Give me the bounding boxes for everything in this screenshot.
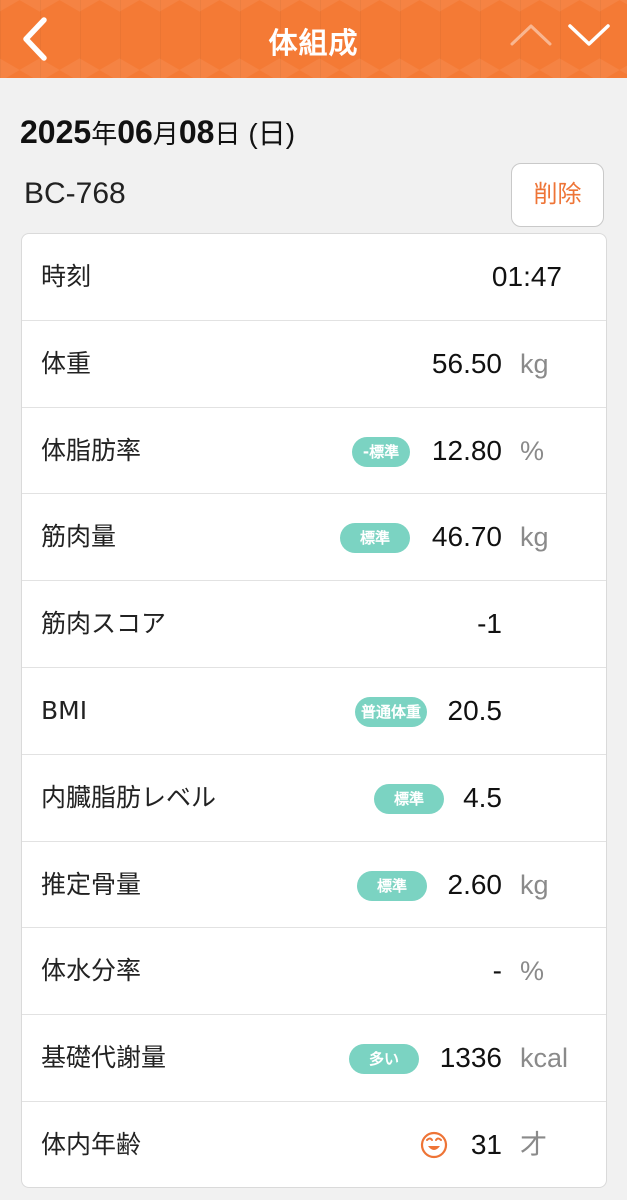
row-label: 筋肉量 <box>41 522 117 552</box>
date-year: 2025 <box>20 114 92 150</box>
row-basal-metabolism: 基礎代謝量 多い 1336 kcal <box>22 1015 606 1102</box>
row-label: 体内年齢 <box>41 1129 142 1159</box>
row-muscle-mass: 筋肉量 標準 46.70 kg <box>22 494 606 582</box>
app-header: 体組成 <box>0 0 627 78</box>
measurement-date: 2025年06月08日 (日) <box>20 112 295 152</box>
row-value: 4.5 <box>463 781 502 813</box>
row-label: 体水分率 <box>41 956 142 986</box>
row-value: 12.80 <box>431 434 502 466</box>
row-label: 時刻 <box>41 262 92 291</box>
row-label: 筋肉スコア <box>41 609 167 639</box>
device-model: BC-768 <box>24 177 126 210</box>
row-value: 46.70 <box>431 521 502 553</box>
status-badge: 普通体重 <box>355 696 427 727</box>
row-bone-mass: 推定骨量 標準 2.60 kg <box>22 842 606 929</box>
date-day: 08 <box>178 114 215 150</box>
status-badge: 標準 <box>357 870 427 901</box>
row-body-water: 体水分率 - % <box>22 928 606 1016</box>
row-unit: % <box>520 956 545 987</box>
row-label: 基礎代謝量 <box>41 1043 167 1073</box>
row-unit: kg <box>520 348 549 379</box>
body-composition-card: 時刻 01:47 体重 56.50 kg 体脂肪率 -標準 12.80 % 筋肉… <box>21 233 607 1188</box>
chevron-down-icon[interactable] <box>566 18 612 52</box>
row-body-age: 体内年齢 31 才 <box>22 1102 606 1187</box>
row-label: 内臓脂肪レベル <box>41 782 217 812</box>
row-unit: 才 <box>520 1129 547 1160</box>
row-body-fat: 体脂肪率 -標準 12.80 % <box>22 408 606 495</box>
row-value: 2.60 <box>447 868 503 900</box>
row-time: 時刻 01:47 <box>22 234 606 321</box>
status-badge: 標準 <box>374 783 444 814</box>
row-muscle-score: 筋肉スコア -1 <box>22 581 606 668</box>
row-bmi: BMI 普通体重 20.5 <box>22 668 606 755</box>
row-label: BMI <box>41 695 88 725</box>
row-label: 推定骨量 <box>41 869 142 899</box>
row-unit: kg <box>520 522 549 553</box>
date-weekday: (日) <box>248 118 296 149</box>
status-badge: 多い <box>349 1044 419 1075</box>
row-unit: kcal <box>520 1043 569 1074</box>
row-label: 体脂肪率 <box>41 435 142 465</box>
status-badge: 標準 <box>340 523 410 554</box>
row-unit: kg <box>520 869 549 900</box>
date-day-unit: 日 <box>214 119 241 149</box>
row-value: 56.50 <box>431 347 502 379</box>
date-month: 06 <box>117 114 153 150</box>
date-year-unit: 年 <box>91 119 118 149</box>
row-visceral-fat: 内臓脂肪レベル 標準 4.5 <box>22 755 606 842</box>
row-value: 31 <box>470 1128 502 1160</box>
row-weight: 体重 56.50 kg <box>22 321 606 408</box>
date-month-unit: 月 <box>152 119 179 149</box>
row-value: 20.5 <box>447 694 503 726</box>
chevron-up-icon[interactable] <box>508 18 554 52</box>
row-value: 01:47 <box>491 261 562 292</box>
delete-button[interactable]: 削除 <box>511 163 604 227</box>
smiley-face-icon <box>420 1131 448 1159</box>
row-label: 体重 <box>41 348 92 378</box>
row-unit: % <box>520 435 545 466</box>
row-value: - <box>492 955 502 987</box>
status-badge: -標準 <box>352 436 410 467</box>
row-value: 1336 <box>439 1042 502 1074</box>
row-value: -1 <box>477 608 502 640</box>
